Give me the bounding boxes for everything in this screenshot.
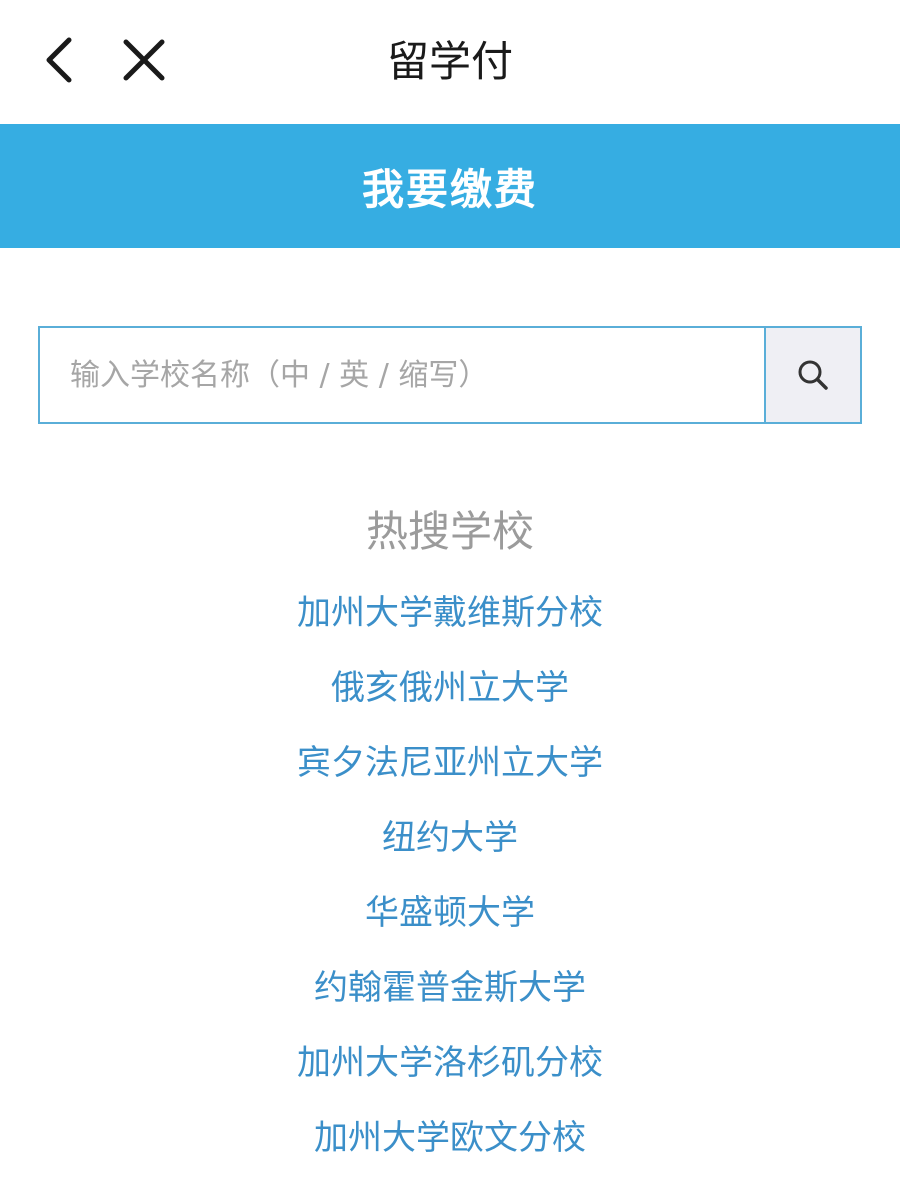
hot-school-link[interactable]: 加州大学戴维斯分校 — [0, 580, 900, 655]
school-search-input[interactable] — [40, 328, 764, 422]
banner-title: 我要缴费 — [361, 164, 538, 214]
school-search-bar — [38, 326, 862, 424]
hot-school-link[interactable]: 宾夕法尼亚州立大学 — [0, 730, 900, 805]
hot-schools-heading: 热搜学校 — [365, 507, 534, 556]
hot-school-link[interactable]: 华盛顿大学 — [0, 880, 900, 955]
hot-school-link[interactable]: 加州大学欧文分校 — [0, 1105, 900, 1180]
page: 留学付 我要缴费 热搜学校 加州大学戴维斯分校 俄亥俄州立大学 宾夕法尼亚州立大… — [0, 0, 900, 1192]
page-title: 留学付 — [386, 37, 513, 86]
hot-school-link[interactable]: 约翰霍普金斯大学 — [0, 955, 900, 1030]
nav-bar: 留学付 — [0, 0, 900, 124]
search-icon — [798, 360, 828, 390]
hot-school-link[interactable]: 纽约大学 — [0, 805, 900, 880]
hot-school-link[interactable]: 加州大学洛杉矶分校 — [0, 1030, 900, 1105]
search-button[interactable] — [764, 328, 860, 422]
hot-schools-list: 加州大学戴维斯分校 俄亥俄州立大学 宾夕法尼亚州立大学 纽约大学 华盛顿大学 约… — [0, 580, 900, 1180]
pay-banner: 我要缴费 — [0, 124, 900, 248]
hot-school-link[interactable]: 俄亥俄州立大学 — [0, 655, 900, 730]
